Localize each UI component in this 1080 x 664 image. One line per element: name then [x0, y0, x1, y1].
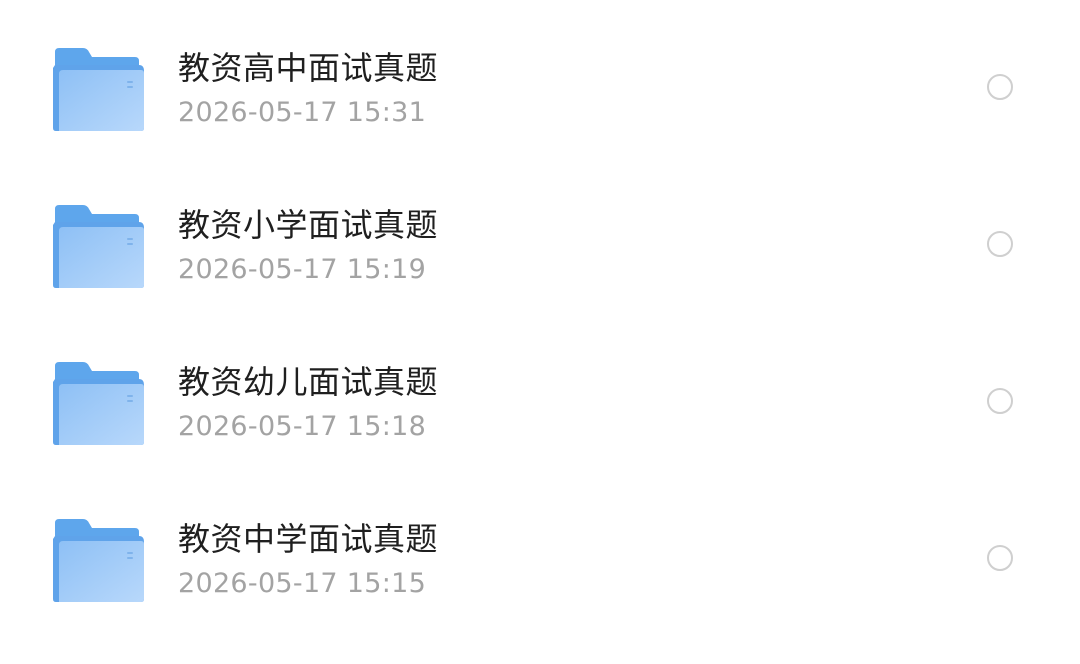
folder-icon	[53, 362, 144, 446]
folder-name: 教资幼儿面试真题	[178, 363, 439, 401]
select-radio[interactable]	[987, 231, 1013, 257]
list-item[interactable]: 教资小学面试真题 2026-05-17 15:19	[0, 167, 1080, 324]
list-item[interactable]: 教资高中面试真题 2026-05-17 15:31	[0, 10, 1080, 167]
folder-date: 2026-05-17 15:15	[178, 568, 427, 599]
select-radio[interactable]	[987, 388, 1013, 414]
select-radio[interactable]	[987, 74, 1013, 100]
list-item[interactable]: 教资幼儿面试真题 2026-05-17 15:18	[0, 324, 1080, 481]
folder-date: 2026-05-17 15:31	[178, 97, 427, 128]
folder-name: 教资中学面试真题	[178, 520, 439, 558]
list-item[interactable]: 教资中学面试真题 2026-05-17 15:15	[0, 481, 1080, 638]
folder-date: 2026-05-17 15:18	[178, 411, 427, 442]
select-radio[interactable]	[987, 545, 1013, 571]
folder-name: 教资小学面试真题	[178, 206, 439, 244]
folder-icon	[53, 519, 144, 603]
folder-name: 教资高中面试真题	[178, 49, 439, 87]
folder-date: 2026-05-17 15:19	[178, 254, 427, 285]
folder-icon	[53, 48, 144, 132]
file-list: 教资高中面试真题 2026-05-17 15:31 教资小学面试真题 2026-…	[0, 0, 1080, 664]
folder-icon	[53, 205, 144, 289]
